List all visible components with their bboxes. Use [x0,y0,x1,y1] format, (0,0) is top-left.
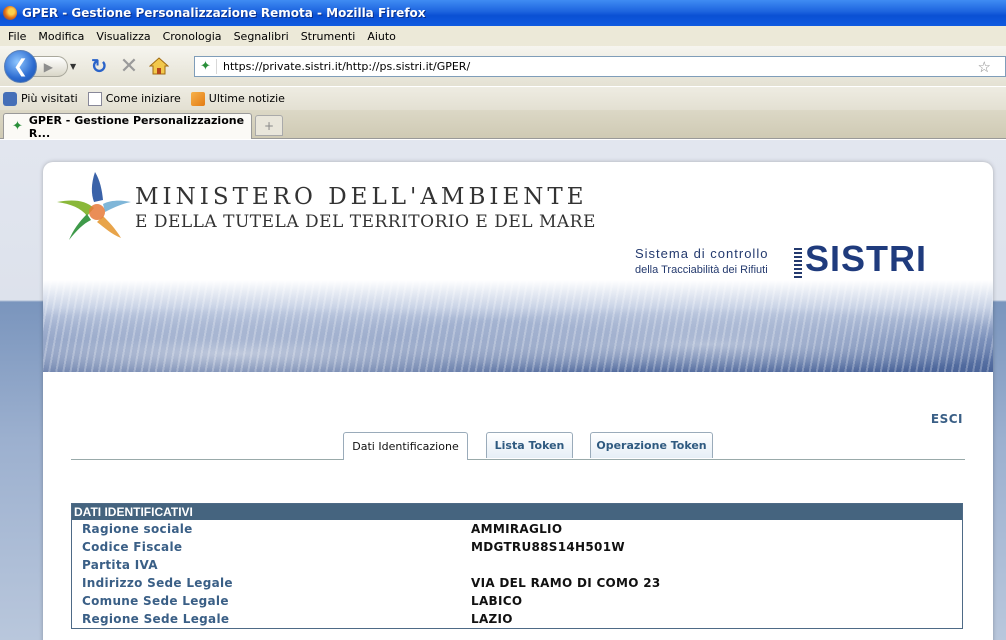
sistri-desc-line2: della Tracciabilità dei Rifiuti [635,264,768,276]
firefox-logo-icon [3,6,17,20]
field-label: Regione Sede Legale [82,612,230,626]
site-favicon-icon: ✦ [195,59,217,74]
data-row: Regione Sede Legale LAZIO [72,610,962,628]
header-water-banner [43,280,993,372]
window-titlebar: GPER - Gestione Personalizzazione Remota… [0,0,1006,26]
dati-identificativi-panel: DATI IDENTIFICATIVI Ragione sociale AMMI… [71,503,963,629]
field-label: Ragione sociale [82,522,193,536]
home-icon[interactable] [144,51,174,81]
page-tab-bar: Dati Identificazione Lista Token Operazi… [71,432,965,460]
field-value: AMMIRAGLIO [471,522,563,536]
back-forward-group: ▶ ▼ ❮ [4,49,84,83]
field-label: Codice Fiscale [82,540,183,554]
tab-operazione-token[interactable]: Operazione Token [590,432,713,458]
browser-tab-label: GPER - Gestione Personalizzazione R... [28,113,245,140]
back-button[interactable]: ❮ [4,50,37,83]
logout-link[interactable]: ESCI [931,412,963,426]
page-icon [87,91,102,106]
tab-favicon-icon: ✦ [12,119,23,134]
address-bar[interactable]: ✦ https://private.sistri.it/http://ps.si… [194,56,1006,77]
address-url[interactable]: https://private.sistri.it/http://ps.sist… [223,60,978,73]
browser-tab-active[interactable]: ✦ GPER - Gestione Personalizzazione R... [3,113,252,140]
window-title: GPER - Gestione Personalizzazione Remota… [22,6,426,20]
site-header: MINISTERO DELL'AMBIENTE E DELLA TUTELA D… [43,162,993,372]
sistri-divider [794,248,802,278]
rss-icon [190,91,205,106]
field-value: LABICO [471,594,523,608]
forward-arrow-icon: ▶ [43,59,53,74]
menu-strumenti[interactable]: Strumenti [295,30,362,43]
history-dropdown-icon[interactable]: ▼ [70,62,76,71]
data-row: Ragione sociale AMMIRAGLIO [72,520,962,538]
menu-aiuto[interactable]: Aiuto [361,30,402,43]
data-row: Codice Fiscale MDGTRU88S14H501W [72,538,962,556]
sistri-desc-line1: Sistema di controllo [635,246,769,261]
menu-visualizza[interactable]: Visualizza [90,30,156,43]
bookmark-ultime-notizie[interactable]: Ultime notizie [190,91,285,106]
back-arrow-icon: ❮ [12,56,29,77]
navigation-toolbar: ▶ ▼ ❮ ↻ ✕ ✦ https://private.sistri.it/ht… [0,46,1006,86]
ministry-star-logo [57,172,131,240]
tab-label: Lista Token [494,439,565,452]
menu-modifica[interactable]: Modifica [32,30,90,43]
bookmark-label: Ultime notizie [208,92,285,105]
page-card: MINISTERO DELL'AMBIENTE E DELLA TUTELA D… [43,162,993,640]
field-value: MDGTRU88S14H501W [471,540,625,554]
tab-label: Operazione Token [596,439,707,452]
bookmark-label: Più visitati [21,92,78,105]
ministry-title-line1: MINISTERO DELL'AMBIENTE [135,184,588,210]
data-row: Partita IVA [72,556,962,574]
browser-tab-strip: ✦ GPER - Gestione Personalizzazione R...… [0,110,1006,140]
field-label: Partita IVA [82,558,158,572]
sistri-logo: SISTRI [805,238,928,279]
field-label: Comune Sede Legale [82,594,229,608]
menu-bar: File Modifica Visualizza Cronologia Segn… [0,26,1006,46]
menu-file[interactable]: File [2,30,32,43]
ministry-title-line2: E DELLA TUTELA DEL TERRITORIO E DEL MARE [135,212,596,232]
forward-button[interactable]: ▶ [32,56,68,77]
bookmark-star-icon[interactable]: ☆ [978,58,991,76]
menu-cronologia[interactable]: Cronologia [157,30,228,43]
new-tab-button[interactable]: + [255,115,283,136]
field-label: Indirizzo Sede Legale [82,576,233,590]
field-value: VIA DEL RAMO DI COMO 23 [471,576,661,590]
bookmarks-toolbar: Più visitati Come iniziare Ultime notizi… [0,86,1006,110]
stop-icon[interactable]: ✕ [114,51,144,81]
bookmark-come-iniziare[interactable]: Come iniziare [87,91,181,106]
tab-lista-token[interactable]: Lista Token [486,432,573,458]
data-row: Indirizzo Sede Legale VIA DEL RAMO DI CO… [72,574,962,592]
panel-title: DATI IDENTIFICATIVI [72,504,962,520]
most-visited-icon [3,91,17,106]
page-viewport: MINISTERO DELL'AMBIENTE E DELLA TUTELA D… [0,140,1006,640]
bookmark-piu-visitati[interactable]: Più visitati [3,91,78,106]
menu-segnalibri[interactable]: Segnalibri [228,30,295,43]
tab-dati-identificazione[interactable]: Dati Identificazione [343,432,468,460]
sistri-description: Sistema di controllo della Tracciabilità… [635,246,768,278]
data-row: Comune Sede Legale LABICO [72,592,962,610]
reload-icon[interactable]: ↻ [84,51,114,81]
tab-label: Dati Identificazione [352,440,459,453]
bookmark-label: Come iniziare [105,92,181,105]
field-value: LAZIO [471,612,513,626]
